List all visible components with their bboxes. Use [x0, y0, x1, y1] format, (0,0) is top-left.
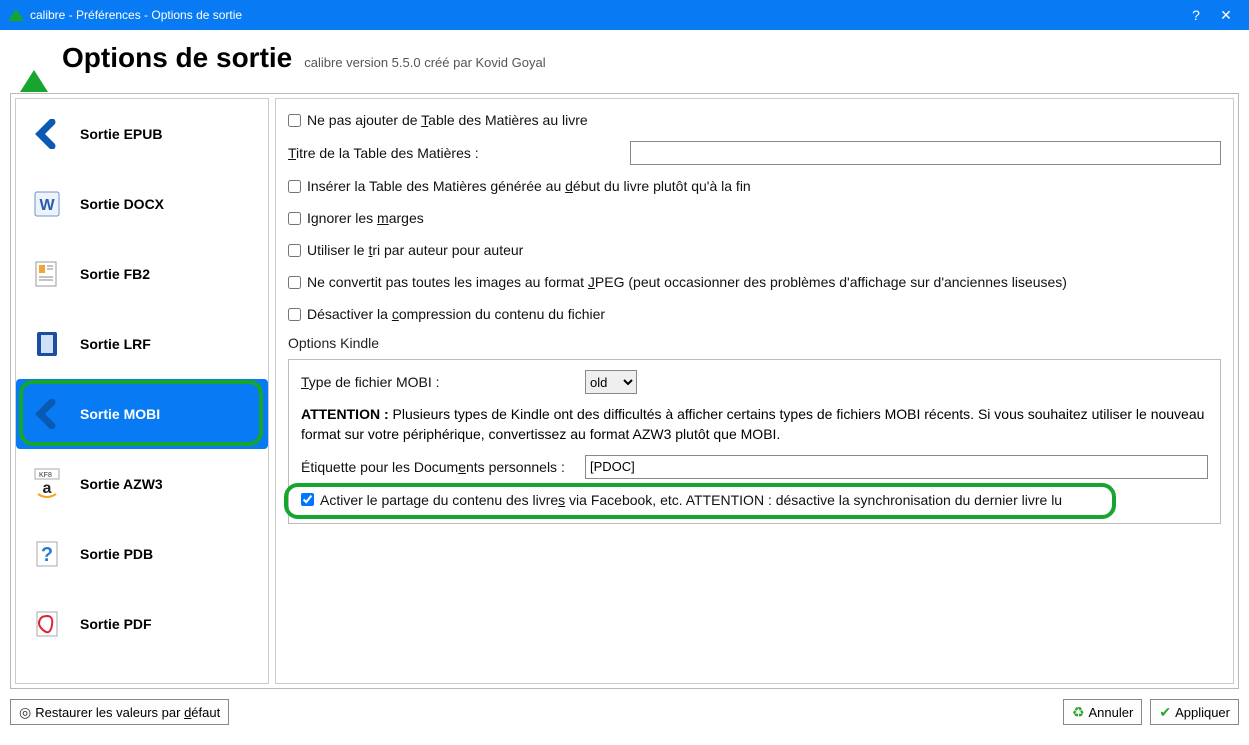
apply-button[interactable]: ✔ Appliquer: [1150, 699, 1239, 725]
close-button[interactable]: ✕: [1211, 7, 1241, 24]
sidebar-item-lrf[interactable]: Sortie LRF: [16, 309, 268, 379]
label-share: Activer le partage du contenu des livres…: [320, 492, 1062, 508]
sidebar-item-label: Sortie LRF: [80, 336, 151, 352]
label-no-jpeg: Ne convertit pas toutes les images au fo…: [307, 274, 1067, 290]
docx-icon: W: [30, 187, 64, 221]
help-button[interactable]: ?: [1181, 7, 1211, 23]
kindle-groupbox: Type de fichier MOBI : old ATTENTION : P…: [288, 359, 1221, 524]
check-icon: ✔: [1159, 704, 1171, 721]
checkbox-no-jpeg[interactable]: [288, 276, 301, 289]
pdb-icon: ?: [30, 537, 64, 571]
checkbox-no-toc[interactable]: [288, 114, 301, 127]
sidebar-item-label: Sortie FB2: [80, 266, 150, 282]
restore-label: Restaurer les valeurs par défaut: [35, 705, 220, 720]
page-title: Options de sortie: [62, 42, 292, 74]
label-pdoc: Étiquette pour les Documents personnels …: [301, 459, 579, 475]
sidebar-item-label: Sortie DOCX: [80, 196, 164, 212]
sidebar-item-pdf[interactable]: Sortie PDF: [16, 589, 268, 659]
lrf-icon: [30, 327, 64, 361]
sidebar-item-docx[interactable]: W Sortie DOCX: [16, 169, 268, 239]
restore-defaults-button[interactable]: ◎ Restaurer les valeurs par défaut: [10, 699, 229, 725]
checkbox-no-compress[interactable]: [288, 308, 301, 321]
fb2-icon: [30, 257, 64, 291]
titlebar: calibre - Préférences - Options de sorti…: [0, 0, 1249, 30]
sidebar-item-label: Sortie AZW3: [80, 476, 163, 492]
sidebar-item-azw3[interactable]: KF8a Sortie AZW3: [16, 449, 268, 519]
sidebar-item-pdb[interactable]: ? Sortie PDB: [16, 519, 268, 589]
mobi-icon: [30, 397, 64, 431]
kindle-section-label: Options Kindle: [288, 335, 1221, 351]
version-text: calibre version 5.5.0 créé par Kovid Goy…: [304, 55, 545, 70]
attention-text: ATTENTION : Plusieurs types de Kindle on…: [301, 404, 1208, 445]
app-icon: [8, 7, 24, 23]
label-toc-title: Titre de la Table des Matières :: [288, 145, 624, 161]
window-title: calibre - Préférences - Options de sorti…: [30, 8, 1181, 22]
label-toc-start: Insérer la Table des Matières générée au…: [307, 178, 751, 194]
format-sidebar[interactable]: Sortie EPUB W Sortie DOCX Sortie FB2 Sor…: [15, 98, 269, 684]
svg-text:KF8: KF8: [39, 472, 52, 479]
svg-text:a: a: [43, 480, 52, 497]
options-panel: Ne pas ajouter de Table des Matières au …: [275, 98, 1234, 684]
checkbox-ignore-margins[interactable]: [288, 212, 301, 225]
sidebar-item-epub[interactable]: Sortie EPUB: [16, 99, 268, 169]
sidebar-item-label: Sortie EPUB: [80, 126, 162, 142]
footer: ◎ Restaurer les valeurs par défaut ♻ Ann…: [0, 693, 1249, 731]
svg-text:W: W: [39, 197, 55, 214]
input-toc-title[interactable]: [630, 141, 1221, 165]
cancel-button[interactable]: ♻ Annuler: [1063, 699, 1142, 725]
checkbox-toc-start[interactable]: [288, 180, 301, 193]
page-header: Options de sortie calibre version 5.5.0 …: [0, 30, 1249, 89]
page-logo-icon: [20, 55, 50, 81]
sidebar-item-label: Sortie PDB: [80, 546, 153, 562]
pdf-icon: [30, 607, 64, 641]
sidebar-item-fb2[interactable]: Sortie FB2: [16, 239, 268, 309]
label-author-sort: Utiliser le tri par auteur pour auteur: [307, 242, 523, 258]
label-no-compress: Désactiver la compression du contenu du …: [307, 306, 605, 322]
apply-label: Appliquer: [1175, 705, 1230, 720]
label-no-toc: Ne pas ajouter de Table des Matières au …: [307, 112, 588, 128]
input-pdoc[interactable]: [585, 455, 1208, 479]
sidebar-item-label: Sortie MOBI: [80, 406, 160, 422]
select-mobi-type[interactable]: old: [585, 370, 637, 394]
checkbox-share[interactable]: [301, 493, 314, 506]
svg-text:?: ?: [41, 544, 53, 566]
sidebar-item-mobi[interactable]: Sortie MOBI: [16, 379, 268, 449]
sidebar-item-label: Sortie PDF: [80, 616, 152, 632]
label-ignore-margins: Ignorer les marges: [307, 210, 424, 226]
epub-icon: [30, 117, 64, 151]
recycle-icon: ♻: [1072, 704, 1085, 721]
restore-icon: ◎: [19, 704, 31, 721]
main-frame: Sortie EPUB W Sortie DOCX Sortie FB2 Sor…: [10, 93, 1239, 689]
checkbox-author-sort[interactable]: [288, 244, 301, 257]
cancel-label: Annuler: [1089, 705, 1134, 720]
azw3-icon: KF8a: [30, 467, 64, 501]
label-mobi-type: Type de fichier MOBI :: [301, 374, 579, 390]
